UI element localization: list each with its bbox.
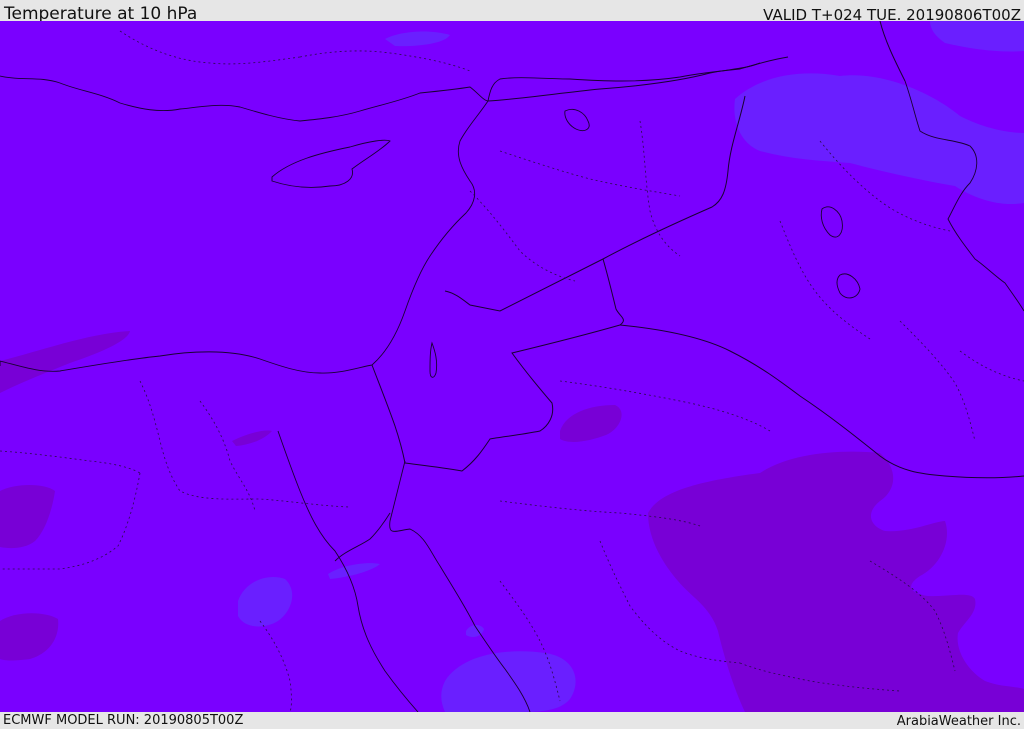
- temperature-map[interactable]: [0, 21, 1024, 712]
- weather-map-page: Temperature at 10 hPa VALID T+024 TUE. 2…: [0, 0, 1024, 729]
- footer-bar: ECMWF MODEL RUN: 20190805T00Z ArabiaWeat…: [0, 712, 1024, 729]
- brand-credit: ArabiaWeather Inc.: [896, 714, 1021, 729]
- model-run: ECMWF MODEL RUN: 20190805T00Z: [3, 713, 244, 728]
- header-bar: Temperature at 10 hPa VALID T+024 TUE. 2…: [0, 0, 1024, 24]
